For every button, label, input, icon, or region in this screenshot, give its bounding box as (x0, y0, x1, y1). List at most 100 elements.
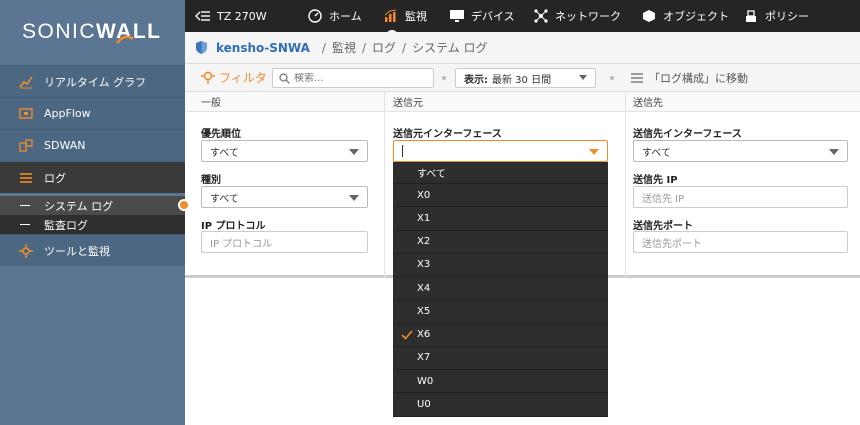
dropdown-option[interactable]: X1 (393, 207, 608, 231)
top-navigation: TZ 270W ホーム 監視 デバイス ネットワーク オブジェクト ポリシー (185, 0, 860, 32)
dropdown-option[interactable]: X2 (393, 231, 608, 254)
log-config-label: 「ログ構成」に移動 (649, 72, 748, 85)
filter-button[interactable]: フィルタ (201, 69, 267, 86)
dropdown-option[interactable]: U0 (393, 393, 608, 417)
option-label: X2 (417, 236, 431, 248)
destination-port-input[interactable]: 送信先ポート (633, 231, 848, 253)
filter-label: フィルタ (219, 71, 267, 85)
tools-icon (18, 243, 34, 259)
chevron-down-icon (829, 149, 839, 155)
top-nav-monitor[interactable]: 監視 (383, 0, 449, 32)
chart-line-icon (18, 74, 34, 90)
destination-ip-input[interactable]: 送信先 IP (633, 186, 848, 208)
source-interface-select[interactable] (393, 140, 608, 162)
column-header-label: 送信元 (393, 98, 423, 109)
object-icon (641, 8, 657, 24)
option-label: W0 (417, 375, 434, 387)
dropdown-option[interactable]: W0 (393, 370, 608, 394)
search-input[interactable] (294, 72, 424, 84)
sidebar: SONIC WALL リアルタイム グラフ AppFlow SDWAN ログ シ… (0, 0, 185, 425)
priority-value: すべて (210, 147, 239, 159)
destination-interface-select[interactable]: すべて (633, 140, 848, 162)
dash-icon (20, 205, 30, 206)
dropdown-option[interactable]: X4 (393, 277, 608, 301)
network-icon (533, 8, 549, 24)
sidebar-item-label: AppFlow (44, 107, 91, 120)
chevron-down-icon (579, 75, 587, 80)
monitor-chart-icon (383, 8, 399, 24)
device-menu-button[interactable]: TZ 270W (195, 0, 307, 32)
sidebar-item-tools-monitor[interactable]: ツールと監視 (0, 234, 185, 266)
breadcrumb-separator: / (321, 40, 326, 55)
sidebar-item-label: ツールと監視 (44, 244, 110, 258)
dropdown-option[interactable]: X5 (393, 300, 608, 324)
breadcrumb-system-log: システム ログ (412, 41, 488, 55)
top-nav-device[interactable]: デバイス (449, 0, 533, 32)
dropdown-option[interactable]: X3 (393, 254, 608, 277)
dropdown-option[interactable]: X0 (393, 184, 608, 208)
top-nav-policy[interactable]: ポリシー (743, 0, 823, 32)
text-caret (402, 145, 403, 157)
option-label: U0 (417, 398, 431, 410)
destination-interface-value: すべて (642, 147, 671, 159)
sidebar-item-log[interactable]: ログ (0, 161, 185, 193)
type-value: すべて (210, 193, 239, 205)
filter-icon (201, 71, 215, 85)
top-nav-network[interactable]: ネットワーク (533, 0, 641, 32)
ip-protocol-label: IP プロトコル (201, 221, 266, 232)
dropdown-option-selected[interactable]: X6 (393, 324, 608, 347)
breadcrumb-log[interactable]: ログ (372, 39, 396, 56)
active-page-indicator (178, 199, 190, 211)
priority-select[interactable]: すべて (201, 140, 368, 162)
menu-collapse-icon (195, 8, 211, 24)
sonicwall-logo: SONIC WALL (0, 0, 185, 64)
date-range-value: 最新 30 日間 (492, 74, 552, 86)
chevron-down-icon (349, 149, 359, 155)
option-label: X1 (417, 212, 431, 224)
sidebar-item-sdwan[interactable]: SDWAN (0, 129, 185, 161)
option-label: X0 (417, 189, 431, 201)
top-nav-home[interactable]: ホーム (307, 0, 383, 32)
dash-icon (20, 224, 30, 225)
breadcrumb-separator: / (402, 40, 407, 55)
breadcrumb-device[interactable]: kensho-SNWA (216, 41, 310, 55)
source-interface-dropdown: すべて X0 X1 X2 X3 X4 X5 X6 X7 W0 U0 (393, 162, 608, 417)
top-nav-label: オブジェクト (663, 10, 729, 23)
sidebar-item-realtime-graph[interactable]: リアルタイム グラフ (0, 65, 185, 97)
type-label: 種別 (201, 175, 221, 186)
sidebar-item-appflow[interactable]: AppFlow (0, 97, 185, 129)
option-label: X4 (417, 282, 431, 294)
shield-icon (195, 40, 208, 55)
sidebar-item-label: リアルタイム グラフ (44, 75, 147, 89)
type-select[interactable]: すべて (201, 186, 368, 208)
logo-text-sonic: SONIC (22, 20, 97, 43)
app-root: SONIC WALL リアルタイム グラフ AppFlow SDWAN ログ シ… (0, 0, 860, 425)
chevron-down-icon (589, 149, 599, 155)
sdwan-icon (18, 138, 34, 154)
option-label: すべて (417, 169, 446, 180)
dropdown-option[interactable]: すべて (393, 162, 608, 184)
breadcrumb-monitor[interactable]: 監視 (332, 39, 356, 56)
separator-dot (610, 76, 614, 80)
column-header-destination: 送信先 (625, 92, 860, 112)
policy-icon (743, 8, 759, 24)
search-icon (279, 72, 290, 84)
sidebar-subitem-system-log[interactable]: システム ログ (0, 196, 185, 215)
ip-protocol-input[interactable]: IP プロトコル (201, 231, 368, 253)
filter-toolbar: フィルタ 表示: 最新 30 日間 「ログ構成」に移動 (185, 64, 860, 92)
column-header-source: 送信元 (384, 92, 625, 112)
log-config-link[interactable]: 「ログ構成」に移動 (631, 70, 748, 86)
column-header-general: 一般 (185, 92, 384, 112)
top-nav-object[interactable]: オブジェクト (641, 0, 743, 32)
dropdown-option[interactable]: X7 (393, 347, 608, 370)
date-range-select[interactable]: 表示: 最新 30 日間 (455, 68, 596, 88)
option-label: X7 (417, 352, 431, 364)
column-header-label: 一般 (201, 98, 221, 109)
column-divider (384, 92, 385, 278)
sidebar-subitem-audit-log[interactable]: 監査ログ (0, 215, 185, 234)
priority-label: 優先順位 (201, 129, 241, 140)
sidebar-subitem-label: 監査ログ (44, 218, 88, 232)
search-box[interactable] (272, 68, 434, 88)
list-icon (631, 73, 643, 83)
source-interface-label: 送信元インターフェース (393, 129, 502, 140)
